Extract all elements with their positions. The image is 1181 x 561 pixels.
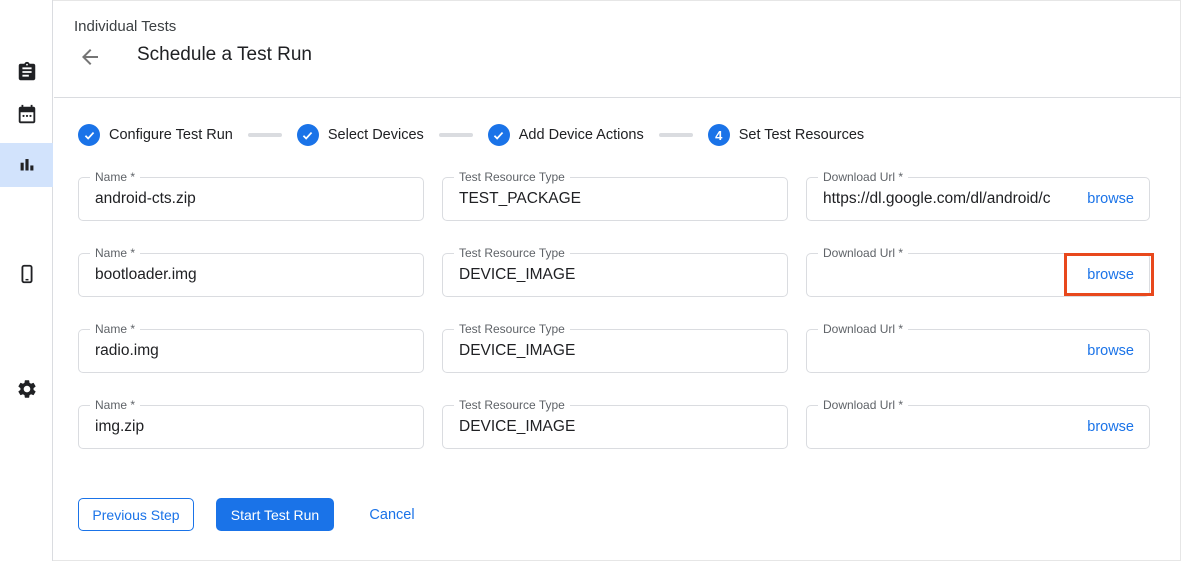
browse-link[interactable]: browse [1087, 343, 1134, 359]
field-value: DEVICE_IMAGE [459, 342, 773, 360]
stepper-connector [248, 133, 282, 137]
field-value: https://dl.google.com/dl/android/c [823, 190, 1077, 208]
field-label: Name * [90, 246, 140, 260]
field-value: radio.img [95, 342, 409, 360]
field-label: Download Url * [818, 398, 908, 412]
step-complete-check-icon [488, 124, 510, 146]
devices-smartphone-icon [16, 263, 38, 285]
step-number-badge: 4 [708, 124, 730, 146]
step-select-devices[interactable]: Select Devices [297, 124, 424, 146]
wizard-stepper: Configure Test Run Select Devices Add De… [78, 123, 864, 147]
sidebar-item-settings[interactable] [0, 367, 53, 411]
field-label: Download Url * [818, 246, 908, 260]
cancel-button[interactable]: Cancel [369, 498, 415, 531]
field-label: Download Url * [818, 322, 908, 336]
step-label: Select Devices [328, 127, 424, 143]
field-label: Test Resource Type [454, 322, 570, 336]
back-arrow-icon[interactable] [78, 45, 102, 69]
page-title: Schedule a Test Run [137, 44, 312, 66]
name-field[interactable]: Name * android-cts.zip [78, 177, 424, 221]
name-field[interactable]: Name * img.zip [78, 405, 424, 449]
test-plans-calendar-icon [16, 104, 38, 126]
test-runs-barchart-icon [16, 154, 38, 176]
stepper-connector [659, 133, 693, 137]
field-value: img.zip [95, 418, 409, 436]
field-value: android-cts.zip [95, 190, 409, 208]
step-label: Set Test Resources [739, 127, 864, 143]
browse-link[interactable]: browse [1087, 267, 1134, 283]
step-complete-check-icon [297, 124, 319, 146]
test-resource-type-field[interactable]: Test Resource Type TEST_PACKAGE [442, 177, 788, 221]
schedule-test-run-page: Individual Tests Schedule a Test Run Con… [0, 0, 1181, 561]
field-label: Name * [90, 398, 140, 412]
sidebar-item-test-plans[interactable] [0, 93, 53, 137]
step-set-test-resources[interactable]: 4 Set Test Resources [708, 124, 864, 146]
sidebar-item-tests[interactable] [0, 50, 53, 94]
download-url-field[interactable]: Download Url * browse [806, 329, 1150, 373]
field-label: Test Resource Type [454, 170, 570, 184]
previous-step-button[interactable]: Previous Step [78, 498, 194, 531]
sidebar-item-test-runs[interactable] [0, 143, 53, 187]
field-label: Name * [90, 322, 140, 336]
tests-clipboard-icon [16, 61, 38, 83]
name-field[interactable]: Name * bootloader.img [78, 253, 424, 297]
settings-gear-icon [16, 378, 38, 400]
test-resource-type-field[interactable]: Test Resource Type DEVICE_IMAGE [442, 405, 788, 449]
step-label: Configure Test Run [109, 127, 233, 143]
name-field[interactable]: Name * radio.img [78, 329, 424, 373]
test-resource-type-field[interactable]: Test Resource Type DEVICE_IMAGE [442, 253, 788, 297]
sidebar [0, 0, 53, 561]
step-label: Add Device Actions [519, 127, 644, 143]
field-value: TEST_PACKAGE [459, 190, 773, 208]
browse-link[interactable]: browse [1087, 419, 1134, 435]
header-divider [54, 97, 1181, 98]
field-value: bootloader.img [95, 266, 409, 284]
breadcrumb: Individual Tests [74, 18, 176, 35]
step-configure-test-run[interactable]: Configure Test Run [78, 124, 233, 146]
step-complete-check-icon [78, 124, 100, 146]
sidebar-item-devices[interactable] [0, 252, 53, 296]
download-url-field[interactable]: Download Url * https://dl.google.com/dl/… [806, 177, 1150, 221]
download-url-field[interactable]: Download Url * browse [806, 253, 1150, 297]
download-url-field[interactable]: Download Url * browse [806, 405, 1150, 449]
field-value: DEVICE_IMAGE [459, 266, 773, 284]
step-add-device-actions[interactable]: Add Device Actions [488, 124, 644, 146]
browse-link[interactable]: browse [1087, 191, 1134, 207]
field-label: Name * [90, 170, 140, 184]
field-label: Test Resource Type [454, 398, 570, 412]
field-label: Test Resource Type [454, 246, 570, 260]
field-label: Download Url * [818, 170, 908, 184]
start-test-run-button[interactable]: Start Test Run [216, 498, 334, 531]
test-resource-type-field[interactable]: Test Resource Type DEVICE_IMAGE [442, 329, 788, 373]
field-value: DEVICE_IMAGE [459, 418, 773, 436]
stepper-connector [439, 133, 473, 137]
